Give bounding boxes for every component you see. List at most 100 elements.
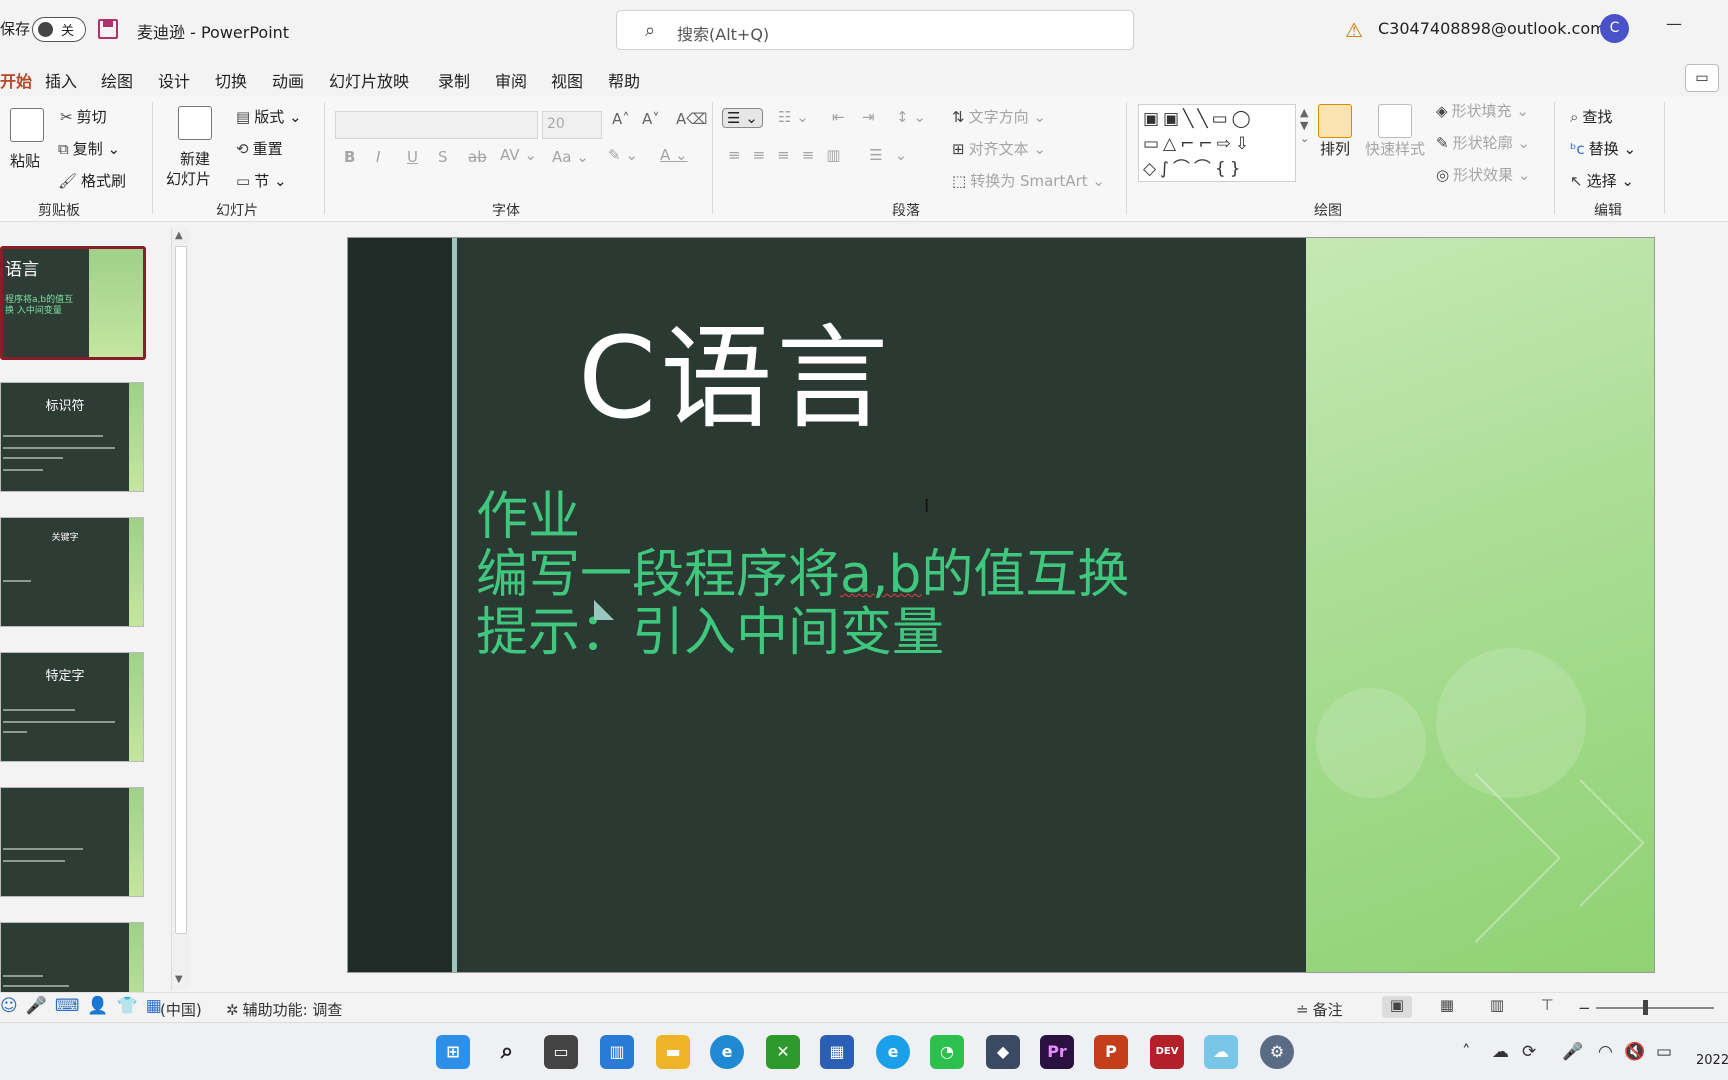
tab-design[interactable]: 设计 xyxy=(158,68,190,92)
browser-icon[interactable]: e xyxy=(876,1035,910,1069)
tray-overflow-icon[interactable]: ˄ xyxy=(1462,1042,1471,1062)
font-size-select[interactable]: 20 xyxy=(542,111,602,139)
layout-button[interactable]: ▤ 版式 ⌄ xyxy=(236,106,302,127)
onedrive-icon[interactable]: ☁ xyxy=(1492,1042,1509,1062)
decrease-indent-icon[interactable]: ⇤ xyxy=(832,108,845,126)
font-family-select[interactable] xyxy=(335,111,538,139)
scrollbar-thumb[interactable] xyxy=(175,246,187,934)
smartart-button[interactable]: ⬚ 转换为 SmartArt ⌄ xyxy=(952,170,1105,191)
reading-view-icon[interactable]: ▥ xyxy=(1482,996,1512,1018)
tab-review[interactable]: 审阅 xyxy=(495,68,527,92)
slide-sorter-icon[interactable]: ▦ xyxy=(1432,996,1462,1018)
warning-icon[interactable]: ⚠ xyxy=(1345,18,1363,42)
new-slide-label-1[interactable]: 新建 xyxy=(180,148,210,169)
char-spacing-icon[interactable]: AV ⌄ xyxy=(500,146,537,164)
wifi-icon[interactable]: ◠ xyxy=(1598,1042,1613,1062)
language-status[interactable]: (中国) xyxy=(160,999,202,1020)
text-direction-button[interactable]: ⇅ 文字方向 ⌄ xyxy=(952,106,1046,127)
ime-toolbar-icons[interactable]: ☺🎤⌨👤👕▦ xyxy=(0,996,170,1016)
tab-animations[interactable]: 动画 xyxy=(272,68,304,92)
autosave-toggle[interactable]: 关 xyxy=(32,17,86,42)
grow-font-icon[interactable]: A˄ xyxy=(612,110,630,128)
quick-styles-button[interactable]: 快速样式 xyxy=(1365,138,1425,159)
speaker-muted-icon[interactable]: 🔇 xyxy=(1624,1042,1645,1062)
tab-slideshow[interactable]: 幻灯片放映 xyxy=(329,68,409,92)
search-box[interactable]: ⌕ 搜索(Alt+Q) xyxy=(616,10,1134,50)
minimize-button[interactable]: — xyxy=(1666,14,1682,33)
underline-icon[interactable]: U xyxy=(407,148,418,166)
new-slide-icon[interactable] xyxy=(178,106,212,140)
find-button[interactable]: ⌕ 查找 xyxy=(1570,106,1612,127)
accessibility-status[interactable]: ✲ 辅助功能: 调查 xyxy=(226,999,342,1020)
clock-date[interactable]: 2022 xyxy=(1696,1053,1728,1068)
bullets-button[interactable]: ☰ ⌄ xyxy=(722,108,763,128)
cut-button[interactable]: ✂ 剪切 xyxy=(60,106,107,127)
slide-body-text[interactable]: 作业 编写一段程序将a,b的值互换 提示：引入中间变量 xyxy=(476,488,1129,662)
alignment-icons[interactable]: ≡≡≡≡▥ ☰⌄ xyxy=(728,146,919,164)
save-icon[interactable] xyxy=(98,19,118,39)
shape-effects-button[interactable]: ◎ 形状效果 ⌄ xyxy=(1436,164,1530,185)
shape-fill-button[interactable]: ◈ 形状填充 ⌄ xyxy=(1436,100,1529,121)
thumbnails-scrollbar[interactable]: ▲ ▼ xyxy=(171,228,189,990)
app-icon[interactable]: ☁ xyxy=(1204,1035,1238,1069)
slide-canvas[interactable]: C语言 作业 编写一段程序将a,b的值互换 提示：引入中间变量 I xyxy=(347,237,1655,973)
powerpoint-icon[interactable]: P xyxy=(1094,1035,1128,1069)
tab-view[interactable]: 视图 xyxy=(551,68,583,92)
zoom-slider[interactable] xyxy=(1596,1007,1714,1009)
shadow-icon[interactable]: S xyxy=(438,148,448,166)
tab-transitions[interactable]: 切换 xyxy=(215,68,247,92)
microphone-icon[interactable]: 🎤 xyxy=(1562,1042,1583,1062)
battery-icon[interactable]: ▭ xyxy=(1656,1042,1672,1062)
search-icon[interactable]: ⌕ xyxy=(490,1035,524,1069)
gallery-scroll-icon[interactable]: ▲ ▼ ⌄ xyxy=(1300,106,1309,145)
shape-outline-button[interactable]: ✎ 形状轮廓 ⌄ xyxy=(1436,132,1530,153)
account-email[interactable]: C3047408898@outlook.com xyxy=(1378,19,1606,38)
store-icon[interactable]: ▦ xyxy=(820,1035,854,1069)
increase-indent-icon[interactable]: ⇥ xyxy=(862,108,875,126)
slide-thumbnail-1[interactable]: 语言 程序将a,b的值互换 入中间变量 xyxy=(0,246,146,360)
paste-icon[interactable] xyxy=(10,108,44,142)
zoom-out-icon[interactable]: − xyxy=(1578,999,1591,1017)
clear-format-icon[interactable]: A⌫ xyxy=(676,110,707,128)
paste-button[interactable]: 粘贴 xyxy=(10,150,40,171)
comments-button[interactable]: ▭ xyxy=(1685,64,1719,92)
slide-thumbnail-5[interactable] xyxy=(0,787,144,897)
new-slide-label-2[interactable]: 幻灯片 xyxy=(166,168,211,189)
arrange-button[interactable]: 排列 xyxy=(1320,138,1350,159)
shrink-font-icon[interactable]: A˅ xyxy=(642,110,660,128)
task-view-icon[interactable]: ▭ xyxy=(544,1035,578,1069)
reset-button[interactable]: ⟲ 重置 xyxy=(236,138,283,159)
highlight-icon[interactable]: ✎ ⌄ xyxy=(608,146,638,164)
scroll-down-icon[interactable]: ▼ xyxy=(175,974,183,985)
italic-icon[interactable]: I xyxy=(376,148,380,166)
slide-title[interactable]: C语言 xyxy=(578,288,892,450)
replace-button[interactable]: ᵇc 替换 ⌄ xyxy=(1570,138,1636,159)
wechat-icon[interactable]: ◔ xyxy=(930,1035,964,1069)
tab-draw[interactable]: 绘图 xyxy=(101,68,133,92)
sync-icon[interactable]: ⟳ xyxy=(1522,1042,1536,1062)
edge-icon[interactable]: e xyxy=(710,1035,744,1069)
premiere-icon[interactable]: Pr xyxy=(1040,1035,1074,1069)
numbering-button[interactable]: ☷ ⌄ xyxy=(778,108,809,126)
font-color-icon[interactable]: A ⌄ xyxy=(660,146,688,164)
quick-styles-icon[interactable] xyxy=(1378,104,1412,138)
tab-record[interactable]: 录制 xyxy=(438,68,470,92)
settings-icon[interactable]: ⚙ xyxy=(1260,1035,1294,1069)
line-spacing-icon[interactable]: ↕ ⌄ xyxy=(896,108,926,126)
normal-view-icon[interactable]: ▣ xyxy=(1382,996,1412,1018)
tab-insert[interactable]: 插入 xyxy=(45,68,77,92)
devcpp-icon[interactable]: DEV xyxy=(1150,1035,1184,1069)
xbox-icon[interactable]: ✕ xyxy=(766,1035,800,1069)
format-painter-button[interactable]: 🖌 格式刷 xyxy=(58,170,126,191)
slide-thumbnail-2[interactable]: 标识符 xyxy=(0,382,144,492)
change-case-icon[interactable]: Aa ⌄ xyxy=(552,148,589,166)
scroll-up-icon[interactable]: ▲ xyxy=(175,230,183,241)
select-button[interactable]: ↖ 选择 ⌄ xyxy=(1570,170,1634,191)
tab-home[interactable]: 开始 xyxy=(0,68,33,100)
strikethrough-icon[interactable]: ab xyxy=(468,148,487,166)
zoom-slider-thumb[interactable] xyxy=(1643,1000,1648,1015)
unity-icon[interactable]: ◆ xyxy=(986,1035,1020,1069)
file-explorer-icon[interactable]: ▬ xyxy=(656,1035,690,1069)
slideshow-view-icon[interactable]: ⊤ xyxy=(1532,996,1562,1018)
notes-button[interactable]: ≐ 备注 xyxy=(1296,999,1343,1020)
